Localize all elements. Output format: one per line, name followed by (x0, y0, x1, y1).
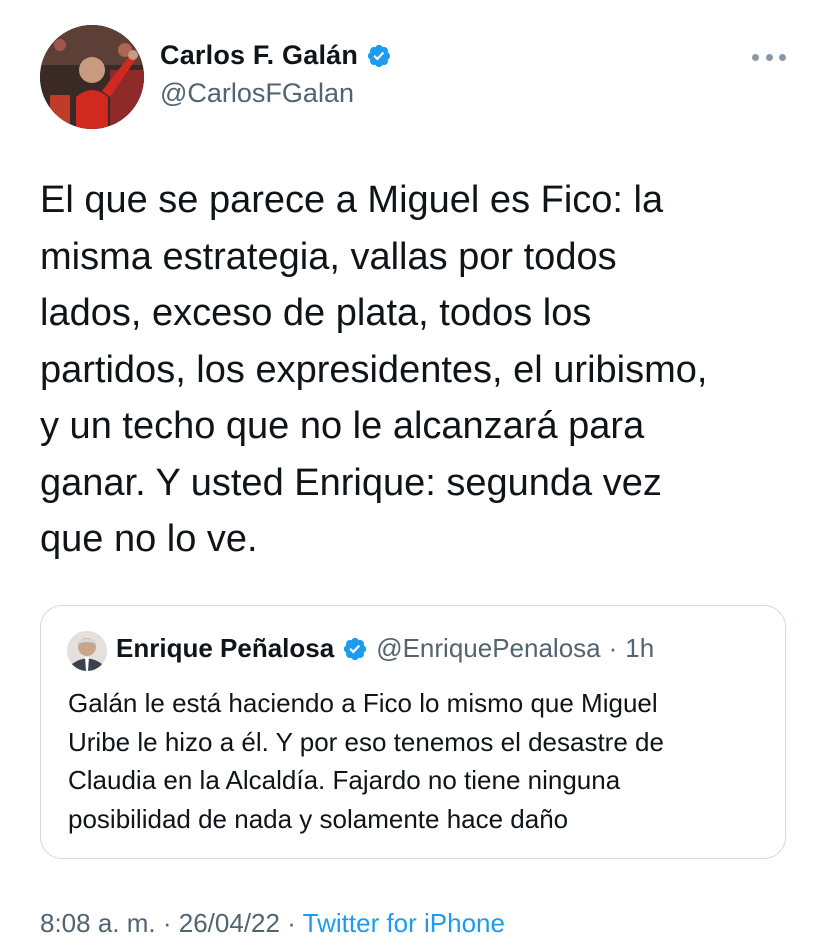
author-avatar[interactable] (40, 25, 144, 129)
tweet-date[interactable]: 26/04/22 (179, 908, 280, 938)
quoted-tweet-text: Galán le está haciendo a Fico lo mismo q… (68, 688, 664, 834)
author-display-name[interactable]: Carlos F. Galán (160, 40, 358, 71)
tweet-text: El que se parece a Miguel es Fico: la mi… (40, 179, 708, 560)
quoted-tweet-time: 1h (625, 633, 655, 663)
more-horizontal-icon (752, 53, 759, 61)
meta-separator: · (162, 908, 172, 938)
quoted-time-separator: · (608, 633, 618, 663)
author-avatar-image (40, 25, 144, 129)
more-horizontal-icon-dot (765, 53, 773, 61)
tweet-meta: 8:08 a. m. · 26/04/22 · Twitter for iPho… (40, 908, 505, 939)
verified-badge-icon (367, 44, 391, 67)
quoted-author-handle: @EnriquePenalosa (376, 633, 601, 663)
more-horizontal-icon-dot (779, 53, 786, 61)
quoted-tweet-card[interactable]: Enrique Peñalosa @EnriquePenalosa · 1h G… (40, 605, 786, 859)
author-name-row: Carlos F. Galán (160, 40, 392, 71)
quoted-author-display-name: Enrique Peñalosa (116, 633, 335, 663)
quoted-tweet-header: Enrique Peñalosa @EnriquePenalosa · 1h (116, 633, 654, 664)
quoted-author-avatar (67, 631, 107, 671)
more-options-button[interactable] (752, 46, 786, 68)
quoted-verified-badge-icon (344, 637, 367, 660)
tweet-time[interactable]: 8:08 a. m. (40, 908, 156, 938)
quoted-author-avatar-image (67, 631, 107, 671)
author-handle[interactable]: @CarlosFGalan (160, 78, 354, 109)
meta-separator-2: · (287, 908, 296, 938)
tweet-source-link[interactable]: Twitter for iPhone (303, 908, 505, 938)
